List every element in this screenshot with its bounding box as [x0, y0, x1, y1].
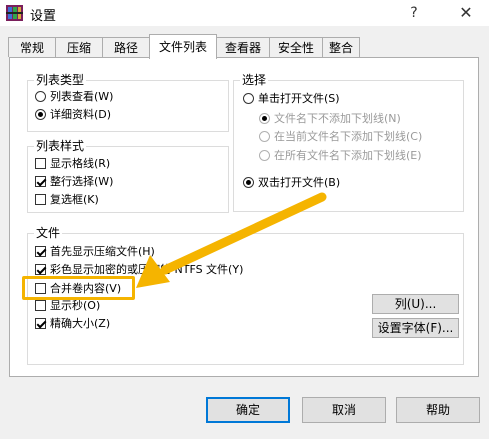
cancel-button[interactable]: 取消 — [302, 397, 386, 423]
files-title: 文件 — [34, 226, 63, 240]
full-row-select-label: 整行选择(W) — [50, 175, 114, 188]
archives-first-checkbox[interactable]: 首先显示压缩文件(H) — [35, 244, 155, 260]
show-seconds-checkbox[interactable]: 显示秒(O) — [35, 298, 100, 314]
checkboxes-label: 复选框(K) — [50, 193, 99, 206]
checkbox-checked-icon — [35, 176, 46, 187]
radio-icon — [243, 93, 254, 104]
full-row-select-checkbox[interactable]: 整行选择(W) — [35, 174, 113, 190]
title-bar: 设置 ? ✕ — [0, 0, 489, 26]
no-underline-label: 文件名下不添加下划线(N) — [274, 112, 401, 125]
list-type-title: 列表类型 — [34, 73, 87, 87]
tab-paths[interactable]: 路径 — [102, 37, 150, 57]
select-group: 选择 单击打开文件(S) 文件名下不添加下划线(N) 在当前文件名下添加下划线(… — [233, 73, 464, 212]
list-style-group: 列表样式 显示格线(R) 整行选择(W) 复选框(K) — [27, 139, 229, 213]
list-view-radio[interactable]: 列表查看(W) — [35, 89, 113, 105]
exact-size-checkbox[interactable]: 精确大小(Z) — [35, 316, 110, 332]
winrar-app-icon — [6, 5, 23, 21]
details-radio[interactable]: 详细资料(D) — [35, 107, 111, 123]
checkbox-checked-icon — [35, 318, 46, 329]
checkbox-icon — [35, 300, 46, 311]
details-label: 详细资料(D) — [50, 108, 112, 121]
tab-compression[interactable]: 压缩 — [55, 37, 103, 57]
tab-integration[interactable]: 整合 — [322, 37, 360, 57]
show-gridlines-label: 显示格线(R) — [50, 157, 111, 170]
radio-checked-icon — [243, 177, 254, 188]
tab-viewer[interactable]: 查看器 — [216, 37, 270, 57]
no-underline-radio[interactable]: 文件名下不添加下划线(N) — [259, 111, 401, 127]
checkboxes-checkbox[interactable]: 复选框(K) — [35, 192, 99, 208]
single-click-label: 单击打开文件(S) — [258, 92, 340, 105]
radio-icon — [35, 91, 46, 102]
show-gridlines-checkbox[interactable]: 显示格线(R) — [35, 156, 110, 172]
file-list-panel: 列表类型 列表查看(W) 详细资料(D) 选择 单击打开文件(S) 文件名下不添… — [9, 57, 479, 377]
checkbox-checked-icon — [35, 246, 46, 257]
window-title: 设置 — [30, 9, 57, 24]
tab-security[interactable]: 安全性 — [269, 37, 323, 57]
set-font-button[interactable]: 设置字体(F)... — [372, 318, 459, 338]
merge-volumes-highlight — [22, 276, 135, 300]
columns-button[interactable]: 列(U)... — [372, 294, 459, 314]
double-click-radio[interactable]: 双击打开文件(B) — [243, 175, 340, 191]
tab-file-list[interactable]: 文件列表 — [149, 34, 217, 59]
radio-checked-icon — [35, 109, 46, 120]
archives-first-label: 首先显示压缩文件(H) — [50, 245, 155, 258]
close-button[interactable]: ✕ — [448, 0, 484, 26]
help-button[interactable]: 帮助 — [396, 397, 480, 423]
ok-button[interactable]: 确定 — [206, 397, 290, 423]
help-title-button[interactable]: ? — [396, 0, 432, 26]
checkbox-icon — [35, 158, 46, 169]
list-style-title: 列表样式 — [34, 139, 87, 153]
show-seconds-label: 显示秒(O) — [50, 299, 101, 312]
underline-current-label: 在当前文件名下添加下划线(C) — [274, 130, 423, 143]
checkbox-checked-icon — [35, 264, 46, 275]
underline-current-radio[interactable]: 在当前文件名下添加下划线(C) — [259, 129, 422, 145]
underline-all-label: 在所有文件名下添加下划线(E) — [274, 149, 422, 162]
color-ntfs-label: 彩色显示加密的或压缩的 NTFS 文件(Y) — [50, 263, 244, 276]
underline-all-radio[interactable]: 在所有文件名下添加下划线(E) — [259, 148, 422, 164]
list-type-group: 列表类型 列表查看(W) 详细资料(D) — [27, 73, 229, 132]
radio-icon — [259, 131, 270, 142]
list-view-label: 列表查看(W) — [50, 90, 114, 103]
double-click-label: 双击打开文件(B) — [258, 176, 341, 189]
checkbox-icon — [35, 194, 46, 205]
radio-checked-icon — [259, 113, 270, 124]
exact-size-label: 精确大小(Z) — [50, 317, 111, 330]
single-click-radio[interactable]: 单击打开文件(S) — [243, 91, 340, 107]
tab-general[interactable]: 常规 — [8, 37, 56, 57]
radio-icon — [259, 150, 270, 161]
settings-dialog: 设置 ? ✕ 常规 压缩 路径 文件列表 查看器 安全性 整合 列表类型 列表查… — [0, 0, 489, 439]
select-title: 选择 — [240, 73, 269, 87]
